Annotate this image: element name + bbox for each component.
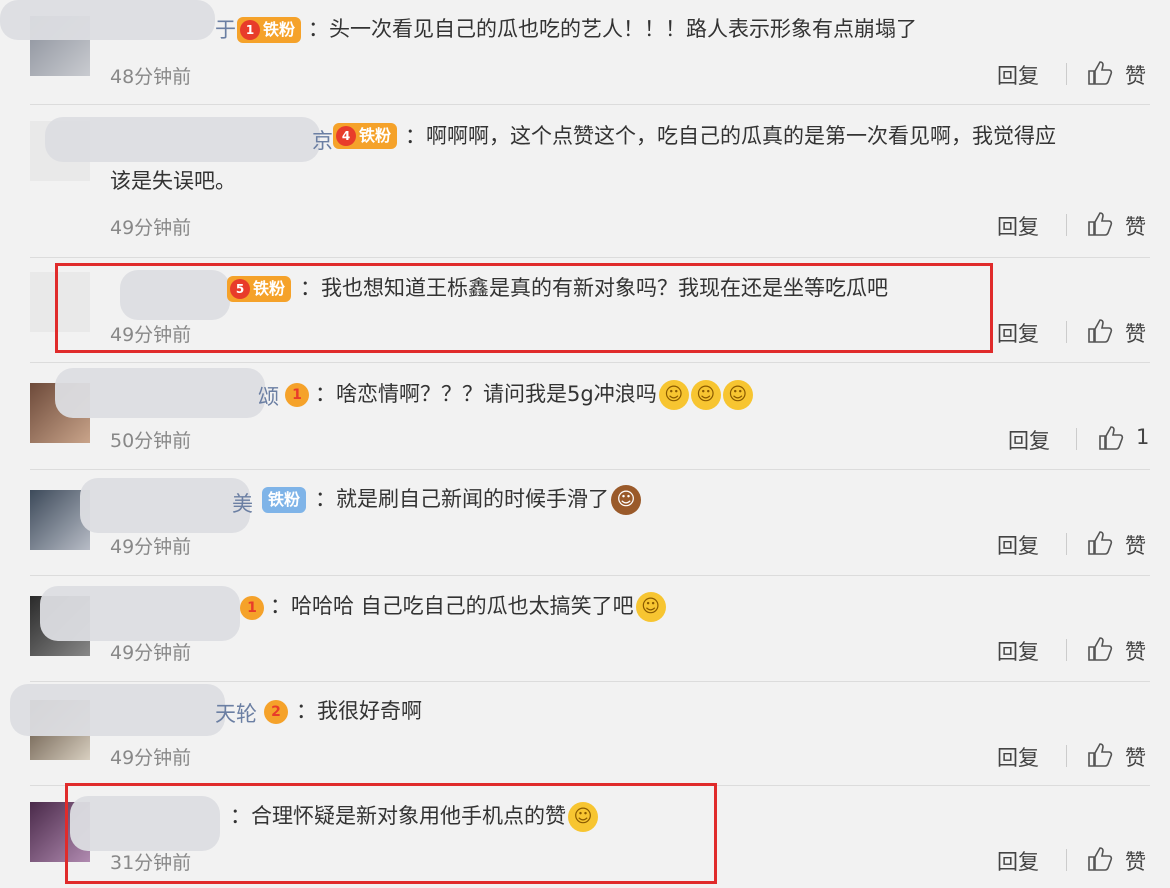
comment-text: ：头一次看见自己的瓜也吃的艺人！！！路人表示形象有点崩塌了 [308,17,917,41]
emoji-icon: ☺ [690,380,721,410]
emoji-icon: ☺ [611,485,641,515]
blurred-username [40,586,240,641]
username-tail[interactable]: 天轮 [215,698,257,728]
divider [1066,214,1067,236]
reply-button[interactable]: 回复 [997,742,1039,772]
blurred-username [10,684,225,736]
comment-time: 49分钟前 [110,642,192,664]
fan-badge[interactable]: 4 铁粉 [333,123,398,149]
comment-time: 49分钟前 [110,536,192,558]
divider [1066,745,1067,767]
thumbs-up-icon[interactable] [1087,211,1113,237]
like-count[interactable]: 1 [1136,425,1149,449]
comment-time: 48分钟前 [110,66,192,88]
username-tail[interactable]: 美 [232,488,253,518]
emoji-icon: ☺ [635,592,666,622]
comment-text: ：啊啊啊，这个点赞这个，吃自己的瓜真的是第一次看见啊，我觉得应 [405,124,1056,148]
highlight-box [65,783,717,884]
divider [1066,533,1067,555]
divider [1066,849,1067,871]
reply-button[interactable]: 回复 [997,318,1039,348]
comment-item: 京 4 铁粉 ：啊啊啊，这个点赞这个，吃自己的瓜真的是第一次看见啊，我觉得应 该是… [0,105,1170,257]
like-button[interactable]: 赞 [1125,636,1146,666]
thumbs-up-icon[interactable] [1087,318,1113,344]
like-button[interactable]: 赞 [1125,60,1146,90]
thumbs-up-icon[interactable] [1087,636,1113,662]
like-button[interactable]: 赞 [1125,318,1146,348]
thumbs-up-icon[interactable] [1098,425,1124,451]
comment-text: ：我很好奇啊 [296,699,422,723]
like-button[interactable]: 赞 [1125,211,1146,241]
fan-badge[interactable]: 1 铁粉 [237,17,302,43]
like-button[interactable]: 赞 [1125,530,1146,560]
crown-icon[interactable]: 1 [285,383,309,407]
comment-item: 颂 1 ：啥恋情啊？？？请问我是5g冲浪吗 ☺ ☺ ☺ 50分钟前 回复 1 [0,363,1170,469]
blurred-username [0,0,215,40]
username-tail[interactable]: 于 [215,14,236,44]
comment-item: 于 1 铁粉 ：头一次看见自己的瓜也吃的艺人！！！路人表示形象有点崩塌了 48分钟… [0,0,1170,105]
blurred-username [55,368,265,418]
username-tail[interactable]: 颂 [258,381,279,411]
comment-item: 1 ：哈哈哈 自己吃自己的瓜也太搞笑了吧 ☺ 49分钟前 回复 赞 [0,576,1170,681]
crown-icon: 1 [240,20,260,40]
comment-text: ：哈哈哈 自己吃自己的瓜也太搞笑了吧 ☺ [270,590,666,622]
like-button[interactable]: 赞 [1125,846,1146,876]
reply-button[interactable]: 回复 [997,211,1039,241]
thumbs-up-icon[interactable] [1087,530,1113,556]
reply-button[interactable]: 回复 [997,846,1039,876]
crown-icon[interactable]: 1 [240,596,264,620]
comment-text: ：啥恋情啊？？？请问我是5g冲浪吗 ☺ ☺ ☺ [315,378,753,410]
highlight-box [55,263,993,353]
thumbs-up-icon[interactable] [1087,742,1113,768]
divider [1066,321,1067,343]
blurred-username [45,117,320,162]
crown-icon: 4 [336,126,356,146]
emoji-icon: ☺ [722,380,753,410]
comment-item: 美 铁粉 ：就是刷自己新闻的时候手滑了 ☺ 49分钟前 回复 赞 [0,470,1170,575]
reply-button[interactable]: 回复 [1008,425,1050,455]
divider [1076,428,1077,450]
thumbs-up-icon[interactable] [1087,60,1113,86]
comment-item: 天轮 2 ：我很好奇啊 49分钟前 回复 赞 [0,682,1170,785]
comment-time: 50分钟前 [110,430,192,452]
emoji-icon: ☺ [658,380,689,410]
fan-badge[interactable]: 铁粉 [262,487,307,513]
divider [1066,639,1067,661]
comment-time: 49分钟前 [110,747,192,769]
username-tail[interactable]: 京 [312,125,333,155]
reply-button[interactable]: 回复 [997,636,1039,666]
reply-button[interactable]: 回复 [997,60,1039,90]
comment-text: ：就是刷自己新闻的时候手滑了 ☺ [315,483,641,515]
comment-text-line2: 该是失误吧。 [110,169,236,193]
crown-icon[interactable]: 2 [264,700,288,724]
divider [1066,63,1067,85]
blurred-username [80,478,250,533]
like-button[interactable]: 赞 [1125,742,1146,772]
thumbs-up-icon[interactable] [1087,846,1113,872]
reply-button[interactable]: 回复 [997,530,1039,560]
comment-time: 49分钟前 [110,217,192,239]
